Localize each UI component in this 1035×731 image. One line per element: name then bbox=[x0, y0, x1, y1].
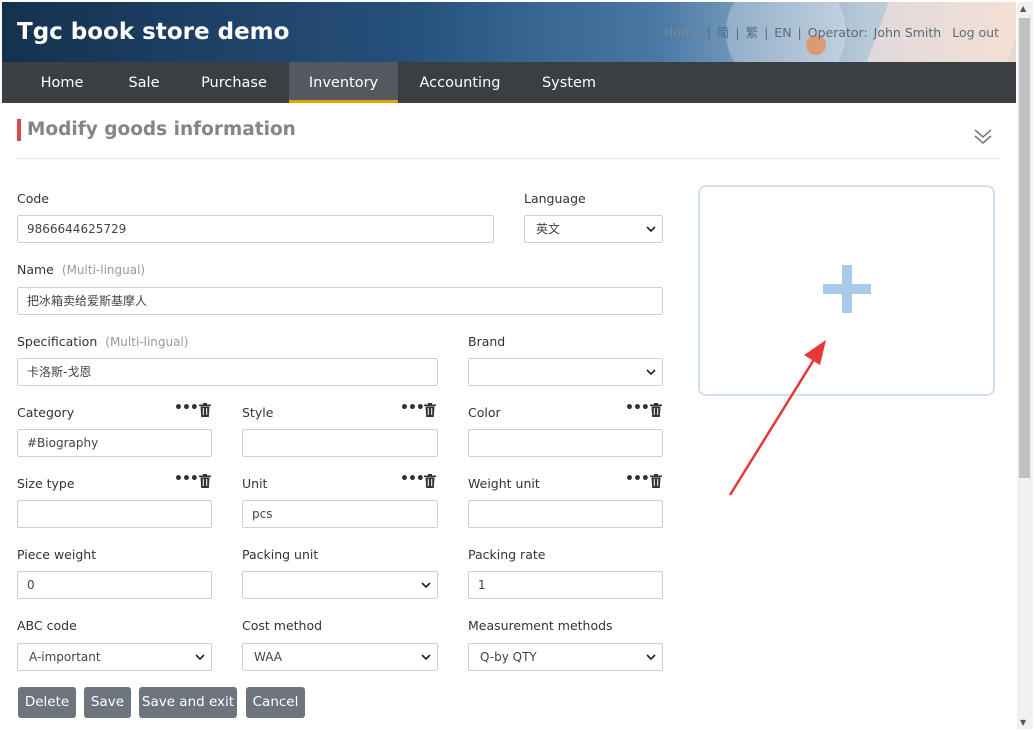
header-banner: Tgc book store demo Home | 简 | 繁 | EN | … bbox=[2, 2, 1016, 62]
chevron-down-icon bbox=[646, 226, 656, 233]
trash-icon[interactable] bbox=[199, 403, 211, 417]
scroll-down-icon[interactable]: ▼ bbox=[1020, 718, 1026, 727]
lang-traditional-link[interactable]: 繁 bbox=[746, 25, 759, 40]
size-type-input[interactable] bbox=[17, 500, 212, 528]
color-label: Color bbox=[468, 405, 501, 420]
packing-rate-input[interactable]: 1 bbox=[468, 571, 663, 599]
cost-method-label: Cost method bbox=[242, 618, 323, 633]
category-input[interactable]: #Biography bbox=[17, 429, 212, 457]
more-dots-icon[interactable]: ••• bbox=[174, 400, 199, 416]
annotation-arrow-icon bbox=[728, 340, 826, 496]
more-dots-icon[interactable]: ••• bbox=[625, 400, 650, 416]
style-input[interactable] bbox=[242, 429, 438, 457]
more-dots-icon[interactable]: ••• bbox=[400, 471, 425, 487]
packing-rate-label: Packing rate bbox=[468, 547, 546, 562]
home-link[interactable]: Home bbox=[664, 25, 701, 40]
chevron-down-icon bbox=[421, 654, 431, 661]
name-hint: (Multi-lingual) bbox=[61, 263, 146, 277]
more-dots-icon[interactable]: ••• bbox=[174, 471, 199, 487]
unit-label: Unit bbox=[242, 476, 268, 491]
specification-input[interactable]: 卡洛斯-戈恩 bbox=[17, 358, 438, 386]
language-label: Language bbox=[524, 191, 586, 206]
nav-home[interactable]: Home bbox=[20, 62, 104, 103]
abc-code-select[interactable]: A-important bbox=[17, 643, 212, 671]
category-label: Category bbox=[17, 405, 75, 420]
weight-unit-input[interactable] bbox=[468, 500, 663, 528]
cost-method-select[interactable]: WAA bbox=[242, 643, 438, 671]
size-type-label: Size type bbox=[17, 476, 75, 491]
trash-icon[interactable] bbox=[650, 403, 662, 417]
trash-icon[interactable] bbox=[199, 474, 211, 488]
nav-inventory[interactable]: Inventory bbox=[289, 62, 398, 103]
brand-label: Brand bbox=[468, 334, 506, 349]
name-label: Name (Multi-lingual) bbox=[17, 262, 146, 277]
nav-accounting[interactable]: Accounting bbox=[404, 62, 516, 103]
trash-icon[interactable] bbox=[424, 474, 436, 488]
color-input[interactable] bbox=[468, 429, 663, 457]
more-dots-icon[interactable]: ••• bbox=[400, 400, 425, 416]
unit-input[interactable]: pcs bbox=[242, 500, 438, 528]
page-title: Modify goods information bbox=[17, 119, 296, 141]
name-input[interactable]: 把冰箱卖给爱斯基摩人 bbox=[17, 287, 663, 315]
measurement-methods-value: Q-by QTY bbox=[480, 650, 537, 664]
plus-icon bbox=[823, 265, 871, 313]
measurement-methods-label: Measurement methods bbox=[468, 618, 613, 633]
section-divider bbox=[17, 158, 1001, 159]
cancel-button[interactable]: Cancel bbox=[246, 687, 305, 718]
nav-system[interactable]: System bbox=[525, 62, 613, 103]
delete-button[interactable]: Delete bbox=[18, 687, 76, 718]
code-input[interactable]: 9866644625729 bbox=[17, 215, 494, 243]
page-scrollbar[interactable]: ▲ ▼ bbox=[1017, 2, 1033, 729]
trash-icon[interactable] bbox=[650, 474, 662, 488]
nav-purchase[interactable]: Purchase bbox=[185, 62, 283, 103]
save-button[interactable]: Save bbox=[84, 687, 131, 718]
chevron-down-icon bbox=[646, 369, 656, 376]
chevron-down-icon bbox=[421, 582, 431, 589]
measurement-methods-select[interactable]: Q-by QTY bbox=[468, 643, 663, 671]
app-title: Tgc book store demo bbox=[17, 19, 290, 45]
lang-english-link[interactable]: EN bbox=[774, 25, 791, 40]
main-nav: Home Sale Purchase Inventory Accounting … bbox=[2, 62, 1016, 103]
chevron-down-icon bbox=[646, 654, 656, 661]
abc-code-value: A-important bbox=[29, 650, 101, 664]
specification-label: Specification (Multi-lingual) bbox=[17, 334, 189, 349]
packing-unit-select[interactable] bbox=[242, 571, 438, 599]
brand-select[interactable] bbox=[468, 358, 663, 386]
weight-unit-label: Weight unit bbox=[468, 476, 540, 491]
double-chevron-down-icon[interactable] bbox=[973, 126, 993, 148]
nav-sale[interactable]: Sale bbox=[109, 62, 179, 103]
trash-icon[interactable] bbox=[424, 403, 436, 417]
abc-code-label: ABC code bbox=[17, 618, 77, 633]
piece-weight-input[interactable]: 0 bbox=[17, 571, 212, 599]
operator-name: John Smith bbox=[873, 25, 942, 40]
operator-label: Operator: bbox=[807, 25, 868, 40]
language-value: 英文 bbox=[536, 222, 561, 236]
lang-simplified-link[interactable]: 简 bbox=[717, 25, 730, 40]
style-label: Style bbox=[242, 405, 274, 420]
save-and-exit-button[interactable]: Save and exit bbox=[139, 687, 237, 718]
scroll-up-icon[interactable]: ▲ bbox=[1020, 4, 1026, 13]
logout-link[interactable]: Log out bbox=[952, 25, 999, 40]
chevron-down-icon bbox=[195, 654, 205, 661]
more-dots-icon[interactable]: ••• bbox=[625, 471, 650, 487]
top-links: Home | 简 | 繁 | EN | Operator: John Smith… bbox=[663, 25, 999, 40]
cost-method-value: WAA bbox=[254, 650, 282, 664]
piece-weight-label: Piece weight bbox=[17, 547, 97, 562]
scrollbar-thumb[interactable] bbox=[1019, 18, 1030, 478]
code-label: Code bbox=[17, 191, 50, 206]
language-select[interactable]: 英文 bbox=[524, 215, 663, 243]
packing-unit-label: Packing unit bbox=[242, 547, 319, 562]
specification-hint: (Multi-lingual) bbox=[105, 335, 189, 349]
